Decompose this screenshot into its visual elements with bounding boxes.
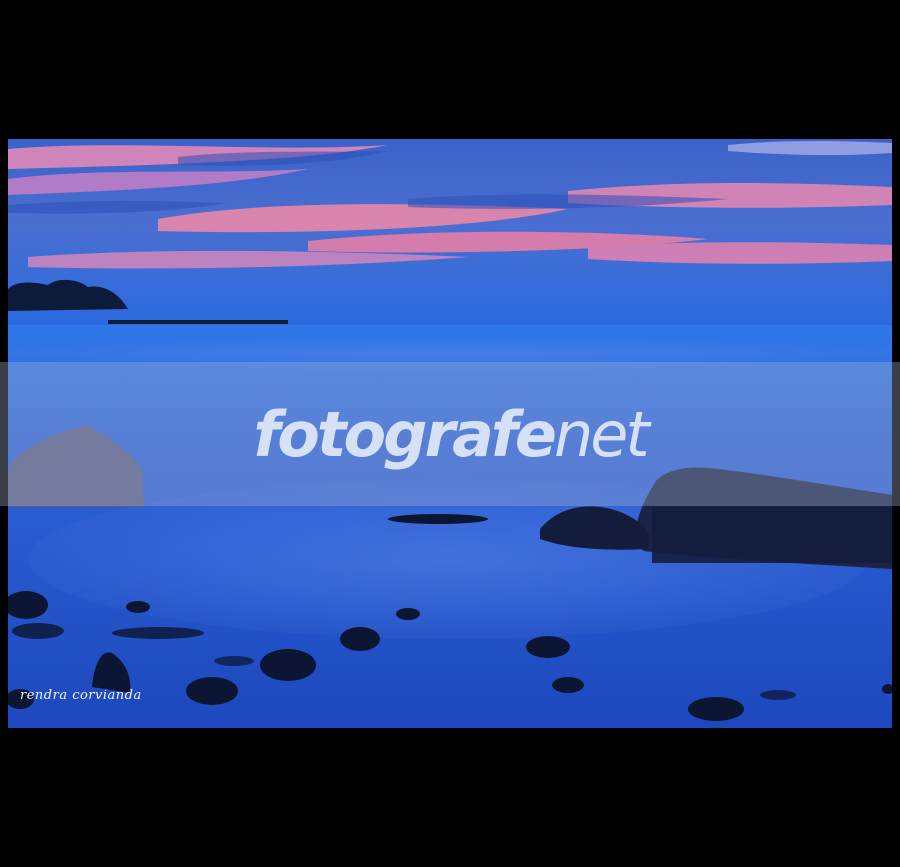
watermark-brand: fotografe xyxy=(253,397,557,471)
photographer-signature: rendra corvianda xyxy=(20,688,142,703)
watermark-logo: fotografe net xyxy=(0,362,900,506)
watermark-suffix: net xyxy=(553,397,650,471)
sky xyxy=(8,139,892,325)
